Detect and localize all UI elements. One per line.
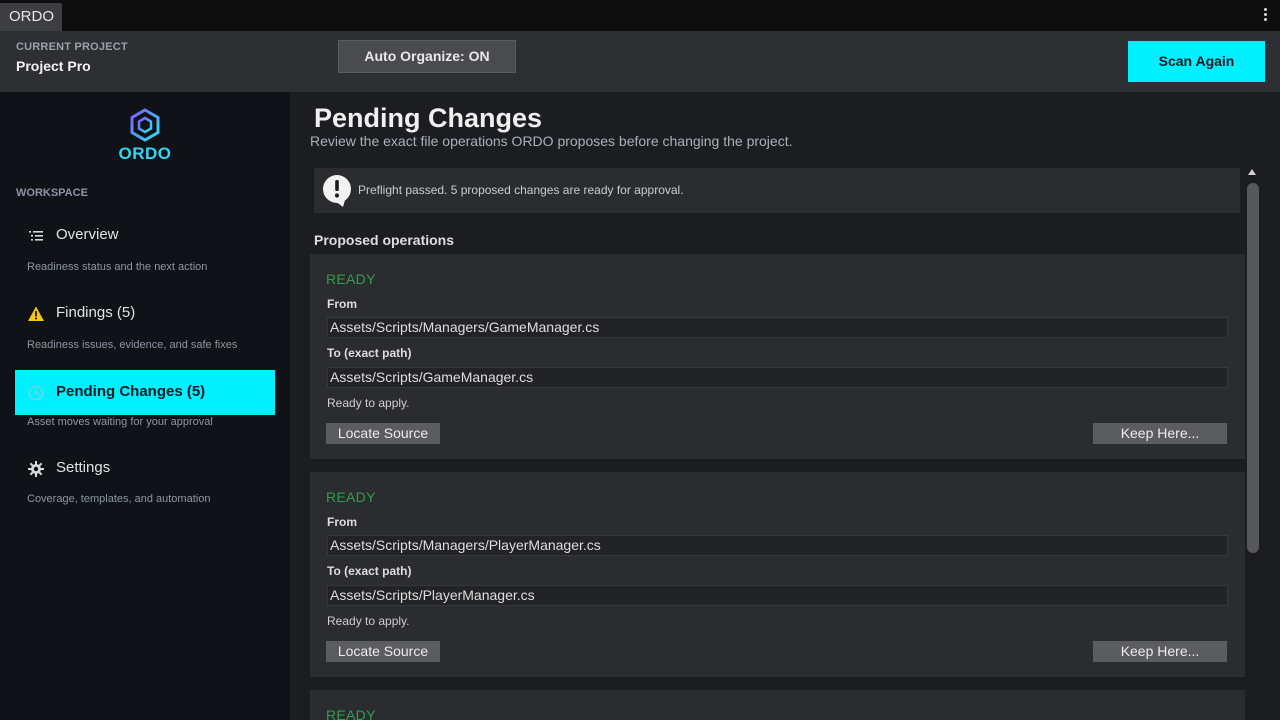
- keep-here-button[interactable]: Keep Here...: [1093, 423, 1227, 444]
- hexagon-logo-icon: [130, 108, 160, 142]
- exclamation-bubble-icon: [323, 175, 351, 207]
- more-options-icon[interactable]: [1264, 8, 1268, 22]
- sidebar-item-label: Findings (5): [56, 304, 136, 321]
- sidebar-item-label: Settings: [56, 459, 111, 476]
- to-path-field[interactable]: Assets/Scripts/PlayerManager.cs: [327, 585, 1228, 606]
- sidebar-item-settings[interactable]: Settings: [15, 446, 275, 491]
- status-badge: READY: [326, 271, 376, 287]
- locate-source-button[interactable]: Locate Source: [326, 423, 440, 444]
- history-icon: [28, 385, 44, 401]
- to-path-field[interactable]: Assets/Scripts/GameManager.cs: [327, 367, 1228, 388]
- current-project-label: CURRENT PROJECT: [16, 41, 128, 53]
- sidebar-item-description: Coverage, templates, and automation: [27, 493, 211, 505]
- sidebar-item-description: Readiness status and the next action: [27, 261, 208, 273]
- operation-card: READY From Assets/Scripts/Managers/Playe…: [310, 472, 1245, 677]
- locate-source-button[interactable]: Locate Source: [326, 641, 440, 662]
- to-label: To (exact path): [327, 346, 412, 360]
- scroll-up-arrow-icon[interactable]: [1248, 169, 1256, 175]
- list-icon: [29, 231, 43, 241]
- gear-icon: [28, 461, 44, 477]
- sidebar: ORDO WORKSPACE Overview Readiness status…: [0, 92, 290, 720]
- sidebar-item-label: Pending Changes (5): [56, 383, 206, 400]
- sidebar-item-label: Overview: [56, 226, 119, 243]
- logo-text: ORDO: [118, 144, 172, 163]
- operation-note: Ready to apply.: [327, 396, 410, 410]
- from-label: From: [327, 297, 357, 311]
- status-badge: READY: [326, 707, 376, 720]
- ordo-logo: ORDO: [118, 108, 172, 164]
- status-badge: READY: [326, 489, 376, 505]
- preflight-message: Preflight passed. 5 proposed changes are…: [358, 183, 684, 197]
- page-title: Pending Changes: [314, 103, 543, 133]
- section-title: Proposed operations: [314, 232, 455, 248]
- scan-again-button[interactable]: Scan Again: [1128, 41, 1265, 82]
- from-path-field[interactable]: Assets/Scripts/Managers/GameManager.cs: [327, 317, 1228, 338]
- warning-icon: [28, 306, 44, 321]
- scrollbar-thumb[interactable]: [1247, 183, 1259, 553]
- workspace-label: WORKSPACE: [16, 187, 88, 199]
- main-panel: Pending Changes Review the exact file op…: [290, 92, 1280, 720]
- keep-here-button[interactable]: Keep Here...: [1093, 641, 1227, 662]
- window-tab[interactable]: ORDO: [0, 3, 62, 31]
- page-subtitle: Review the exact file operations ORDO pr…: [310, 133, 793, 149]
- sidebar-item-description: Readiness issues, evidence, and safe fix…: [27, 339, 238, 351]
- preflight-banner: Preflight passed. 5 proposed changes are…: [314, 168, 1240, 213]
- sidebar-item-description: Asset moves waiting for your approval: [27, 416, 213, 428]
- auto-organize-toggle[interactable]: Auto Organize: ON: [338, 40, 516, 73]
- operation-card: READY From Assets/Scripts/Managers/GameM…: [310, 254, 1245, 459]
- current-project-name: Project Pro: [16, 58, 91, 74]
- from-path-field[interactable]: Assets/Scripts/Managers/PlayerManager.cs: [327, 535, 1228, 556]
- operation-note: Ready to apply.: [327, 614, 410, 628]
- to-label: To (exact path): [327, 564, 412, 578]
- from-label: From: [327, 515, 357, 529]
- project-header: CURRENT PROJECT Project Pro Auto Organiz…: [0, 31, 1280, 92]
- title-bar: ORDO: [0, 0, 1280, 31]
- sidebar-item-overview[interactable]: Overview: [15, 213, 275, 258]
- operation-card: READY: [310, 690, 1245, 720]
- sidebar-item-pending-changes[interactable]: Pending Changes (5): [15, 370, 275, 415]
- sidebar-item-findings[interactable]: Findings (5): [15, 291, 275, 336]
